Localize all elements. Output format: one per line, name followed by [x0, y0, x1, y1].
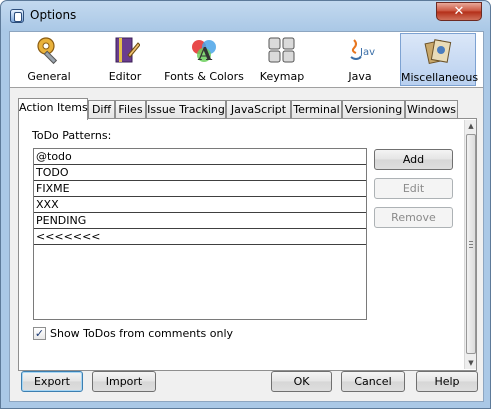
grip-line — [469, 241, 473, 242]
category-label: Java — [348, 70, 372, 83]
tab-terminal[interactable]: Terminal — [291, 100, 342, 119]
grip-line — [469, 247, 473, 248]
grip-line — [469, 244, 473, 245]
tab-issue-tracking[interactable]: Issue Tracking — [146, 100, 226, 119]
todo-patterns-list[interactable]: @todo TODO FIXME XXX PENDING <<<<<<< — [33, 148, 367, 320]
category-miscellaneous[interactable]: Miscellaneous — [400, 33, 479, 86]
category-label: Editor — [108, 70, 142, 83]
category-general[interactable]: General — [14, 33, 84, 86]
help-button[interactable]: Help — [416, 371, 478, 392]
action-items-panel: ToDo Patterns: @todo TODO FIXME XXX PEND… — [18, 118, 477, 371]
export-button[interactable]: Export — [21, 371, 83, 392]
list-item[interactable]: @todo — [34, 149, 366, 165]
add-button[interactable]: Add — [374, 149, 453, 170]
svg-text:A: A — [197, 44, 213, 65]
cancel-button[interactable]: Cancel — [341, 371, 405, 392]
show-todos-checkbox[interactable]: ✓ — [33, 327, 46, 340]
options-window: Options ✕ General Editor A Fonts & Color… — [0, 0, 491, 409]
close-button[interactable]: ✕ — [436, 2, 482, 21]
dialog-body: General Editor A Fonts & Colors Keymap J… — [9, 31, 484, 402]
font-palette-icon: A — [192, 40, 216, 65]
tab-javascript[interactable]: JavaScript — [226, 100, 291, 119]
tab-diff[interactable]: Diff — [88, 100, 115, 119]
category-label: Fonts & Colors — [164, 70, 244, 83]
scroll-up-arrow-icon[interactable]: ▲ — [466, 120, 476, 132]
tab-files[interactable]: Files — [115, 100, 146, 119]
tab-windows[interactable]: Windows — [405, 100, 458, 119]
category-toolbar: General Editor A Fonts & Colors Keymap J… — [10, 32, 483, 88]
category-java[interactable]: Java Java — [328, 33, 392, 86]
list-item[interactable]: TODO — [34, 165, 366, 181]
category-keymap[interactable]: Keymap — [250, 33, 314, 86]
list-item[interactable]: XXX — [34, 197, 366, 213]
category-editor[interactable]: Editor — [92, 33, 158, 86]
category-label: General — [27, 70, 71, 83]
category-label: Keymap — [259, 70, 305, 83]
scroll-thumb[interactable] — [466, 134, 476, 354]
ok-button[interactable]: OK — [271, 371, 332, 392]
category-fonts-colors[interactable]: A Fonts & Colors — [162, 33, 246, 86]
remove-button[interactable]: Remove — [374, 207, 453, 228]
tab-versioning[interactable]: Versioning — [342, 100, 405, 119]
import-button[interactable]: Import — [92, 371, 156, 392]
keyboard-icon — [268, 37, 295, 63]
category-label: Miscellaneous — [401, 71, 479, 84]
list-item[interactable]: <<<<<<< — [34, 229, 366, 245]
tab-strip: Action Items Diff Files Issue Tracking J… — [18, 98, 478, 120]
editor-pencil-icon — [115, 37, 140, 63]
show-todos-label[interactable]: Show ToDos from comments only — [50, 327, 233, 340]
vertical-scrollbar[interactable]: ▲ ▼ — [464, 120, 476, 369]
edit-button[interactable]: Edit — [374, 178, 453, 199]
list-item[interactable]: FIXME — [34, 181, 366, 197]
window-title: Options — [30, 8, 77, 22]
todo-patterns-label: ToDo Patterns: — [32, 129, 112, 142]
misc-icon — [424, 39, 452, 65]
app-icon — [10, 9, 24, 23]
tab-action-items[interactable]: Action Items — [18, 98, 88, 120]
list-item[interactable]: PENDING — [34, 213, 366, 229]
svg-text:Java: Java — [359, 47, 375, 58]
title-bar[interactable]: Options ✕ — [1, 1, 490, 31]
java-logo-icon: Java — [350, 39, 375, 60]
scroll-down-arrow-icon[interactable]: ▼ — [466, 357, 476, 369]
gear-wrench-icon — [37, 37, 58, 65]
